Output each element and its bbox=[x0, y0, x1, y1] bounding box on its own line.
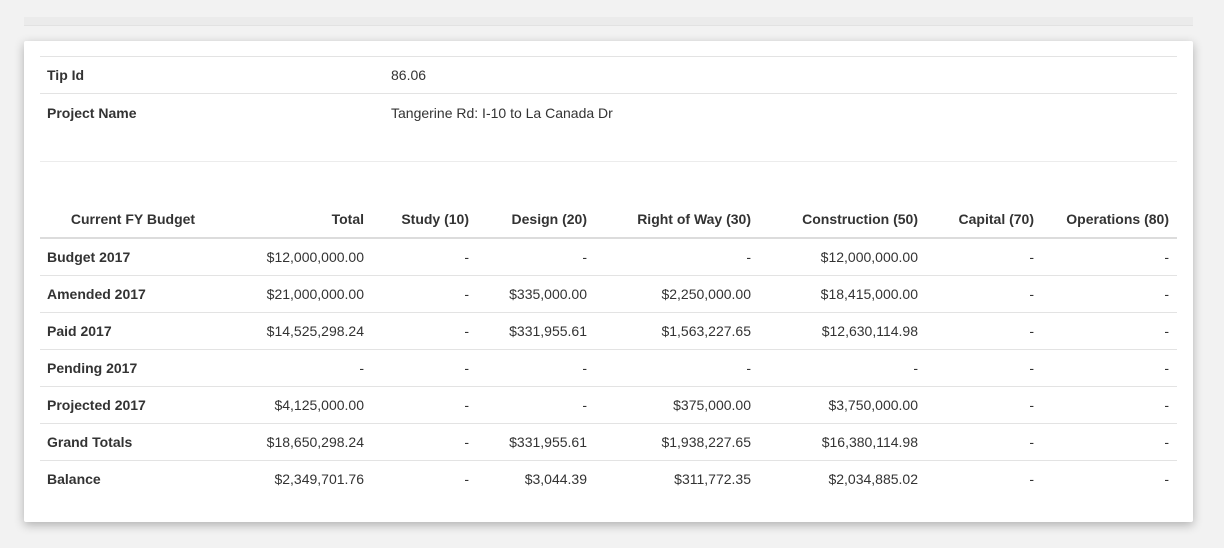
table-cell: $1,938,227.65 bbox=[595, 423, 759, 461]
table-cell: $12,630,114.98 bbox=[759, 312, 926, 350]
table-cell: - bbox=[1042, 349, 1177, 387]
table-cell: - bbox=[372, 460, 477, 497]
table-cell: - bbox=[226, 349, 372, 387]
table-cell: $18,415,000.00 bbox=[759, 275, 926, 313]
table-cell: $2,034,885.02 bbox=[759, 460, 926, 497]
table-cell: $2,349,701.76 bbox=[226, 460, 372, 497]
table-row: Amended 2017 $21,000,000.00- $335,000.00 $2… bbox=[40, 275, 1177, 313]
table-row: Grand Totals $18,650,298.24- $331,955.61 $1… bbox=[40, 423, 1177, 461]
table-cell: - bbox=[1042, 275, 1177, 313]
row-label: Amended 2017 bbox=[40, 275, 226, 313]
table-cell: - bbox=[1042, 312, 1177, 350]
project-card: Tip Id 86.06 Project Name Tangerine Rd: … bbox=[24, 41, 1193, 522]
table-cell: $12,000,000.00 bbox=[820, 249, 918, 265]
header-strip bbox=[24, 17, 1193, 26]
column-header-current-fy-budget: Current FY Budget bbox=[40, 189, 226, 239]
table-cell: $12,000,000.00 bbox=[266, 249, 364, 265]
table-cell: $311,772.35 bbox=[595, 460, 759, 497]
table-cell: - bbox=[582, 249, 587, 265]
project-info-table: Tip Id 86.06 Project Name Tangerine Rd: … bbox=[40, 56, 1177, 162]
table-cell: $335,000.00 bbox=[477, 275, 595, 313]
column-header-study: Study (10) bbox=[372, 189, 477, 239]
column-header-capital: Capital (70) bbox=[926, 189, 1042, 239]
table-row: Paid 2017 $14,525,298.24- $331,955.61 $1,56… bbox=[40, 312, 1177, 350]
project-name-row: Project Name Tangerine Rd: I-10 to La Ca… bbox=[40, 93, 1177, 162]
table-cell: - bbox=[1164, 249, 1169, 265]
table-cell: - bbox=[746, 249, 751, 265]
table-cell: $331,955.61 bbox=[477, 423, 595, 461]
project-name-label: Project Name bbox=[40, 93, 384, 162]
tip-id-label: Tip Id bbox=[40, 56, 384, 94]
project-name-value: Tangerine Rd: I-10 to La Canada Dr bbox=[384, 93, 1177, 162]
row-label: Balance bbox=[40, 460, 226, 497]
table-cell: - bbox=[926, 423, 1042, 461]
table-cell: $331,955.61 bbox=[477, 312, 595, 350]
table-cell: - bbox=[477, 349, 595, 387]
column-header-total: Total bbox=[226, 189, 372, 239]
table-cell: $16,380,114.98 bbox=[759, 423, 926, 461]
table-cell: $21,000,000.00 bbox=[226, 275, 372, 313]
budget-header-row: Current FY Budget Total Study (10) Desig… bbox=[40, 189, 1177, 239]
table-cell: $3,750,000.00 bbox=[759, 386, 926, 424]
row-label: Grand Totals bbox=[40, 423, 226, 461]
table-cell: - bbox=[372, 275, 477, 313]
table-cell: - bbox=[1042, 386, 1177, 424]
budget-table: Current FY Budget Total Study (10) Desig… bbox=[40, 189, 1177, 497]
table-row: Pending 2017- - - - - - - bbox=[40, 349, 1177, 387]
table-cell: - bbox=[926, 275, 1042, 313]
tip-id-value: 86.06 bbox=[384, 56, 1177, 94]
table-cell: $4,125,000.00 bbox=[226, 386, 372, 424]
table-cell: - bbox=[372, 423, 477, 461]
row-label: Budget 2017 bbox=[47, 249, 131, 265]
table-cell: - bbox=[372, 349, 477, 387]
column-header-construction: Construction (50) bbox=[759, 189, 926, 239]
table-cell: - bbox=[1042, 423, 1177, 461]
table-cell: $2,250,000.00 bbox=[595, 275, 759, 313]
column-header-right-of-way: Right of Way (30) bbox=[595, 189, 759, 239]
table-cell: - bbox=[372, 312, 477, 350]
table-cell: - bbox=[464, 249, 469, 265]
table-cell: $18,650,298.24 bbox=[226, 423, 372, 461]
table-cell: $375,000.00 bbox=[595, 386, 759, 424]
table-cell: - bbox=[1042, 460, 1177, 497]
table-cell: - bbox=[926, 349, 1042, 387]
table-row: Balance $2,349,701.76- $3,044.39 $311,772.3… bbox=[40, 460, 1177, 497]
tip-id-row: Tip Id 86.06 bbox=[40, 56, 1177, 94]
table-cell: - bbox=[595, 349, 759, 387]
row-label: Pending 2017 bbox=[40, 349, 226, 387]
row-label: Paid 2017 bbox=[40, 312, 226, 350]
table-row: Projected 2017 $4,125,000.00- - $375,000.00… bbox=[40, 386, 1177, 424]
table-cell: - bbox=[477, 386, 595, 424]
table-cell: $14,525,298.24 bbox=[226, 312, 372, 350]
column-header-operations: Operations (80) bbox=[1042, 189, 1177, 239]
table-cell: - bbox=[1029, 249, 1034, 265]
table-row: Budget 2017 $12,000,000.00 - - - $12,000,000.… bbox=[40, 238, 1177, 276]
table-cell: - bbox=[926, 460, 1042, 497]
column-header-design: Design (20) bbox=[477, 189, 595, 239]
table-cell: $1,563,227.65 bbox=[595, 312, 759, 350]
table-cell: - bbox=[759, 349, 926, 387]
row-label: Projected 2017 bbox=[40, 386, 226, 424]
table-cell: $3,044.39 bbox=[477, 460, 595, 497]
table-cell: - bbox=[372, 386, 477, 424]
table-cell: - bbox=[926, 312, 1042, 350]
table-cell: - bbox=[926, 386, 1042, 424]
